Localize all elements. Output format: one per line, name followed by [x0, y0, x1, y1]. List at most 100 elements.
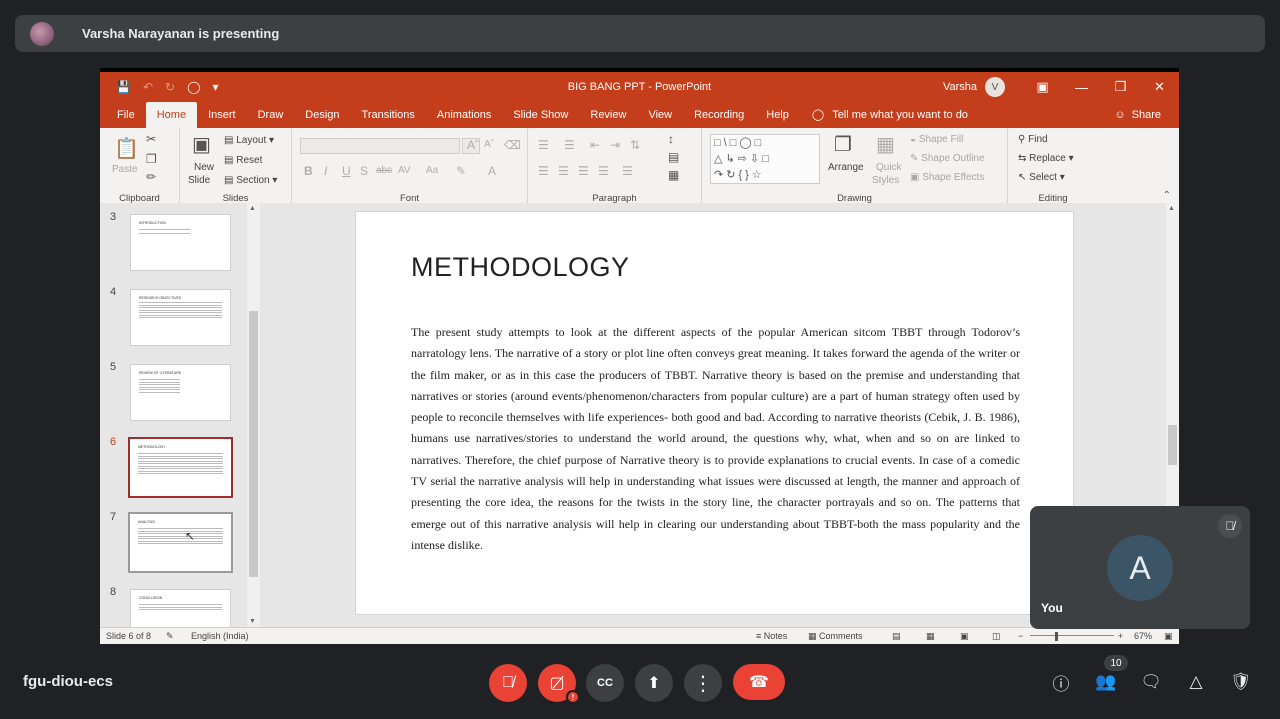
zoom-in-icon[interactable]: +: [1118, 631, 1123, 641]
text-direction-icon[interactable]: ↕: [668, 132, 674, 146]
underline-icon[interactable]: U: [342, 164, 351, 178]
collapse-ribbon-icon[interactable]: ⌃: [1163, 190, 1171, 201]
smartart-icon[interactable]: ▦: [668, 168, 679, 182]
save-icon[interactable]: 💾: [116, 80, 131, 94]
change-case-icon[interactable]: Aa: [426, 165, 438, 176]
shapes-gallery[interactable]: □\□◯□ △↳⇨⇩□ ↷↻{}☆: [710, 134, 820, 184]
shape-fill-button[interactable]: ◒ Shape Fill: [910, 134, 963, 145]
find-button[interactable]: ⚲ Find: [1018, 134, 1048, 145]
thumbnail-slide-7[interactable]: 7 ANALYSIS ↖: [100, 511, 250, 573]
zoom-slider-thumb[interactable]: [1055, 632, 1058, 641]
arrange-icon[interactable]: ❐: [834, 132, 852, 157]
decrease-indent-icon[interactable]: ⇤: [590, 138, 600, 152]
align-center-icon[interactable]: ☰: [558, 164, 569, 178]
font-color-icon[interactable]: A: [488, 164, 496, 178]
notes-button[interactable]: ≡ Notes: [756, 631, 787, 641]
microphone-toggle-button[interactable]: 🎙̸: [489, 664, 527, 702]
tab-file[interactable]: File: [106, 102, 146, 128]
leave-call-button[interactable]: ☎: [733, 664, 785, 700]
bullets-icon[interactable]: ☰: [538, 138, 549, 152]
align-left-icon[interactable]: ☰: [538, 164, 549, 178]
tab-review[interactable]: Review: [579, 102, 637, 128]
thumbnail-slide-5[interactable]: 5 REVIEW OF LITERATURE: [100, 361, 250, 423]
new-slide-icon[interactable]: ▣: [192, 132, 211, 157]
tab-design[interactable]: Design: [294, 102, 350, 128]
shrink-font-icon[interactable]: Aˇ: [484, 139, 494, 150]
slide-title[interactable]: METHODOLOGY: [411, 252, 630, 283]
host-controls-button[interactable]: 🛡: [1227, 668, 1255, 696]
language-indicator[interactable]: English (India): [191, 631, 249, 641]
restore-icon[interactable]: ❐: [1101, 79, 1140, 95]
scroll-up-icon[interactable]: ▲: [249, 205, 256, 212]
justify-icon[interactable]: ☰: [598, 164, 609, 178]
thumbnail-scroll-thumb[interactable]: [249, 311, 258, 577]
main-scroll-thumb[interactable]: [1168, 425, 1177, 465]
account-avatar[interactable]: V: [985, 77, 1005, 97]
customize-toolbar-icon[interactable]: ▾: [213, 80, 219, 94]
minimize-icon[interactable]: —: [1062, 80, 1101, 95]
thumbnail-slide-3[interactable]: 3 INTRODUCTION: [100, 211, 250, 273]
highlight-icon[interactable]: ✎: [456, 164, 466, 178]
share-button[interactable]: ☺ Share: [1114, 102, 1161, 128]
quick-styles-icon[interactable]: ▦: [876, 132, 895, 157]
more-options-button[interactable]: ⋮: [684, 664, 722, 702]
scroll-up-icon[interactable]: ▲: [1168, 205, 1175, 212]
tab-draw[interactable]: Draw: [247, 102, 295, 128]
layout-button[interactable]: ▤ Layout ▾: [224, 135, 274, 146]
align-right-icon[interactable]: ☰: [578, 164, 589, 178]
thumbnail-slide-4[interactable]: 4 RESEARCH OBJECTIVES: [100, 286, 250, 348]
grow-font-icon[interactable]: Aˆ: [467, 138, 479, 152]
redo-icon[interactable]: ↻: [165, 80, 175, 94]
italic-icon[interactable]: I: [324, 164, 327, 178]
font-name-box[interactable]: [300, 138, 460, 154]
meeting-details-button[interactable]: ⓘ: [1047, 668, 1075, 696]
fit-to-window-icon[interactable]: ▣: [1164, 631, 1173, 642]
zoom-slider[interactable]: [1030, 635, 1114, 636]
undo-icon[interactable]: ↶: [143, 80, 153, 94]
bold-icon[interactable]: B: [304, 164, 313, 178]
tab-transitions[interactable]: Transitions: [351, 102, 426, 128]
tab-animations[interactable]: Animations: [426, 102, 502, 128]
tab-home[interactable]: Home: [145, 102, 198, 128]
arrange-button[interactable]: Arrange: [828, 162, 864, 173]
paste-label[interactable]: Paste: [112, 164, 138, 175]
quick-styles-label-2[interactable]: Styles: [872, 175, 899, 186]
close-icon[interactable]: ✕: [1140, 79, 1179, 95]
reset-button[interactable]: ▤ Reset: [224, 155, 262, 166]
normal-view-icon[interactable]: ▤: [892, 631, 901, 642]
shadow-icon[interactable]: S: [360, 164, 368, 178]
columns-icon[interactable]: ☰: [622, 164, 633, 178]
tell-me-search[interactable]: ◯ Tell me what you want to do: [812, 102, 968, 128]
paste-icon[interactable]: 📋: [114, 136, 139, 161]
activities-button[interactable]: △: [1182, 668, 1210, 696]
people-button[interactable]: 👥: [1092, 668, 1120, 696]
account-name[interactable]: Varsha: [943, 81, 977, 93]
replace-button[interactable]: ⇆ Replace ▾: [1018, 153, 1074, 164]
clear-format-icon[interactable]: ⌫: [504, 138, 521, 152]
tab-insert[interactable]: Insert: [197, 102, 247, 128]
comments-button[interactable]: ▦ Comments: [808, 631, 863, 642]
thumbnail-preview[interactable]: INTRODUCTION: [130, 214, 231, 271]
thumbnail-slide-6[interactable]: 6 METHODOLOGY: [100, 436, 250, 498]
thumbnail-preview[interactable]: RESEARCH OBJECTIVES: [130, 289, 231, 346]
present-now-button[interactable]: ⬆: [635, 664, 673, 702]
ribbon-display-icon[interactable]: ▣: [1023, 79, 1062, 95]
new-slide-label-1[interactable]: New: [194, 162, 214, 173]
cut-icon[interactable]: ✂: [146, 132, 156, 146]
camera-toggle-button[interactable]: ▢̸ !: [538, 664, 580, 704]
align-text-icon[interactable]: ▤: [668, 150, 679, 164]
numbering-icon[interactable]: ☰: [564, 138, 575, 152]
captions-button[interactable]: CC: [586, 664, 624, 702]
thumbnail-preview[interactable]: REVIEW OF LITERATURE: [130, 364, 231, 421]
new-slide-label-2[interactable]: Slide: [188, 175, 210, 186]
slide-show-icon[interactable]: ◫: [992, 631, 1001, 642]
section-button[interactable]: ▤ Section ▾: [224, 175, 277, 186]
zoom-out-icon[interactable]: −: [1018, 631, 1023, 641]
strikethrough-icon[interactable]: abc: [376, 165, 392, 176]
increase-indent-icon[interactable]: ⇥: [610, 138, 620, 152]
shape-effects-button[interactable]: ▣ Shape Effects: [910, 172, 984, 183]
chat-button[interactable]: 🗨: [1137, 668, 1165, 696]
quick-styles-label-1[interactable]: Quick: [876, 162, 902, 173]
select-button[interactable]: ↖ Select ▾: [1018, 172, 1065, 183]
tab-slide-show[interactable]: Slide Show: [502, 102, 579, 128]
